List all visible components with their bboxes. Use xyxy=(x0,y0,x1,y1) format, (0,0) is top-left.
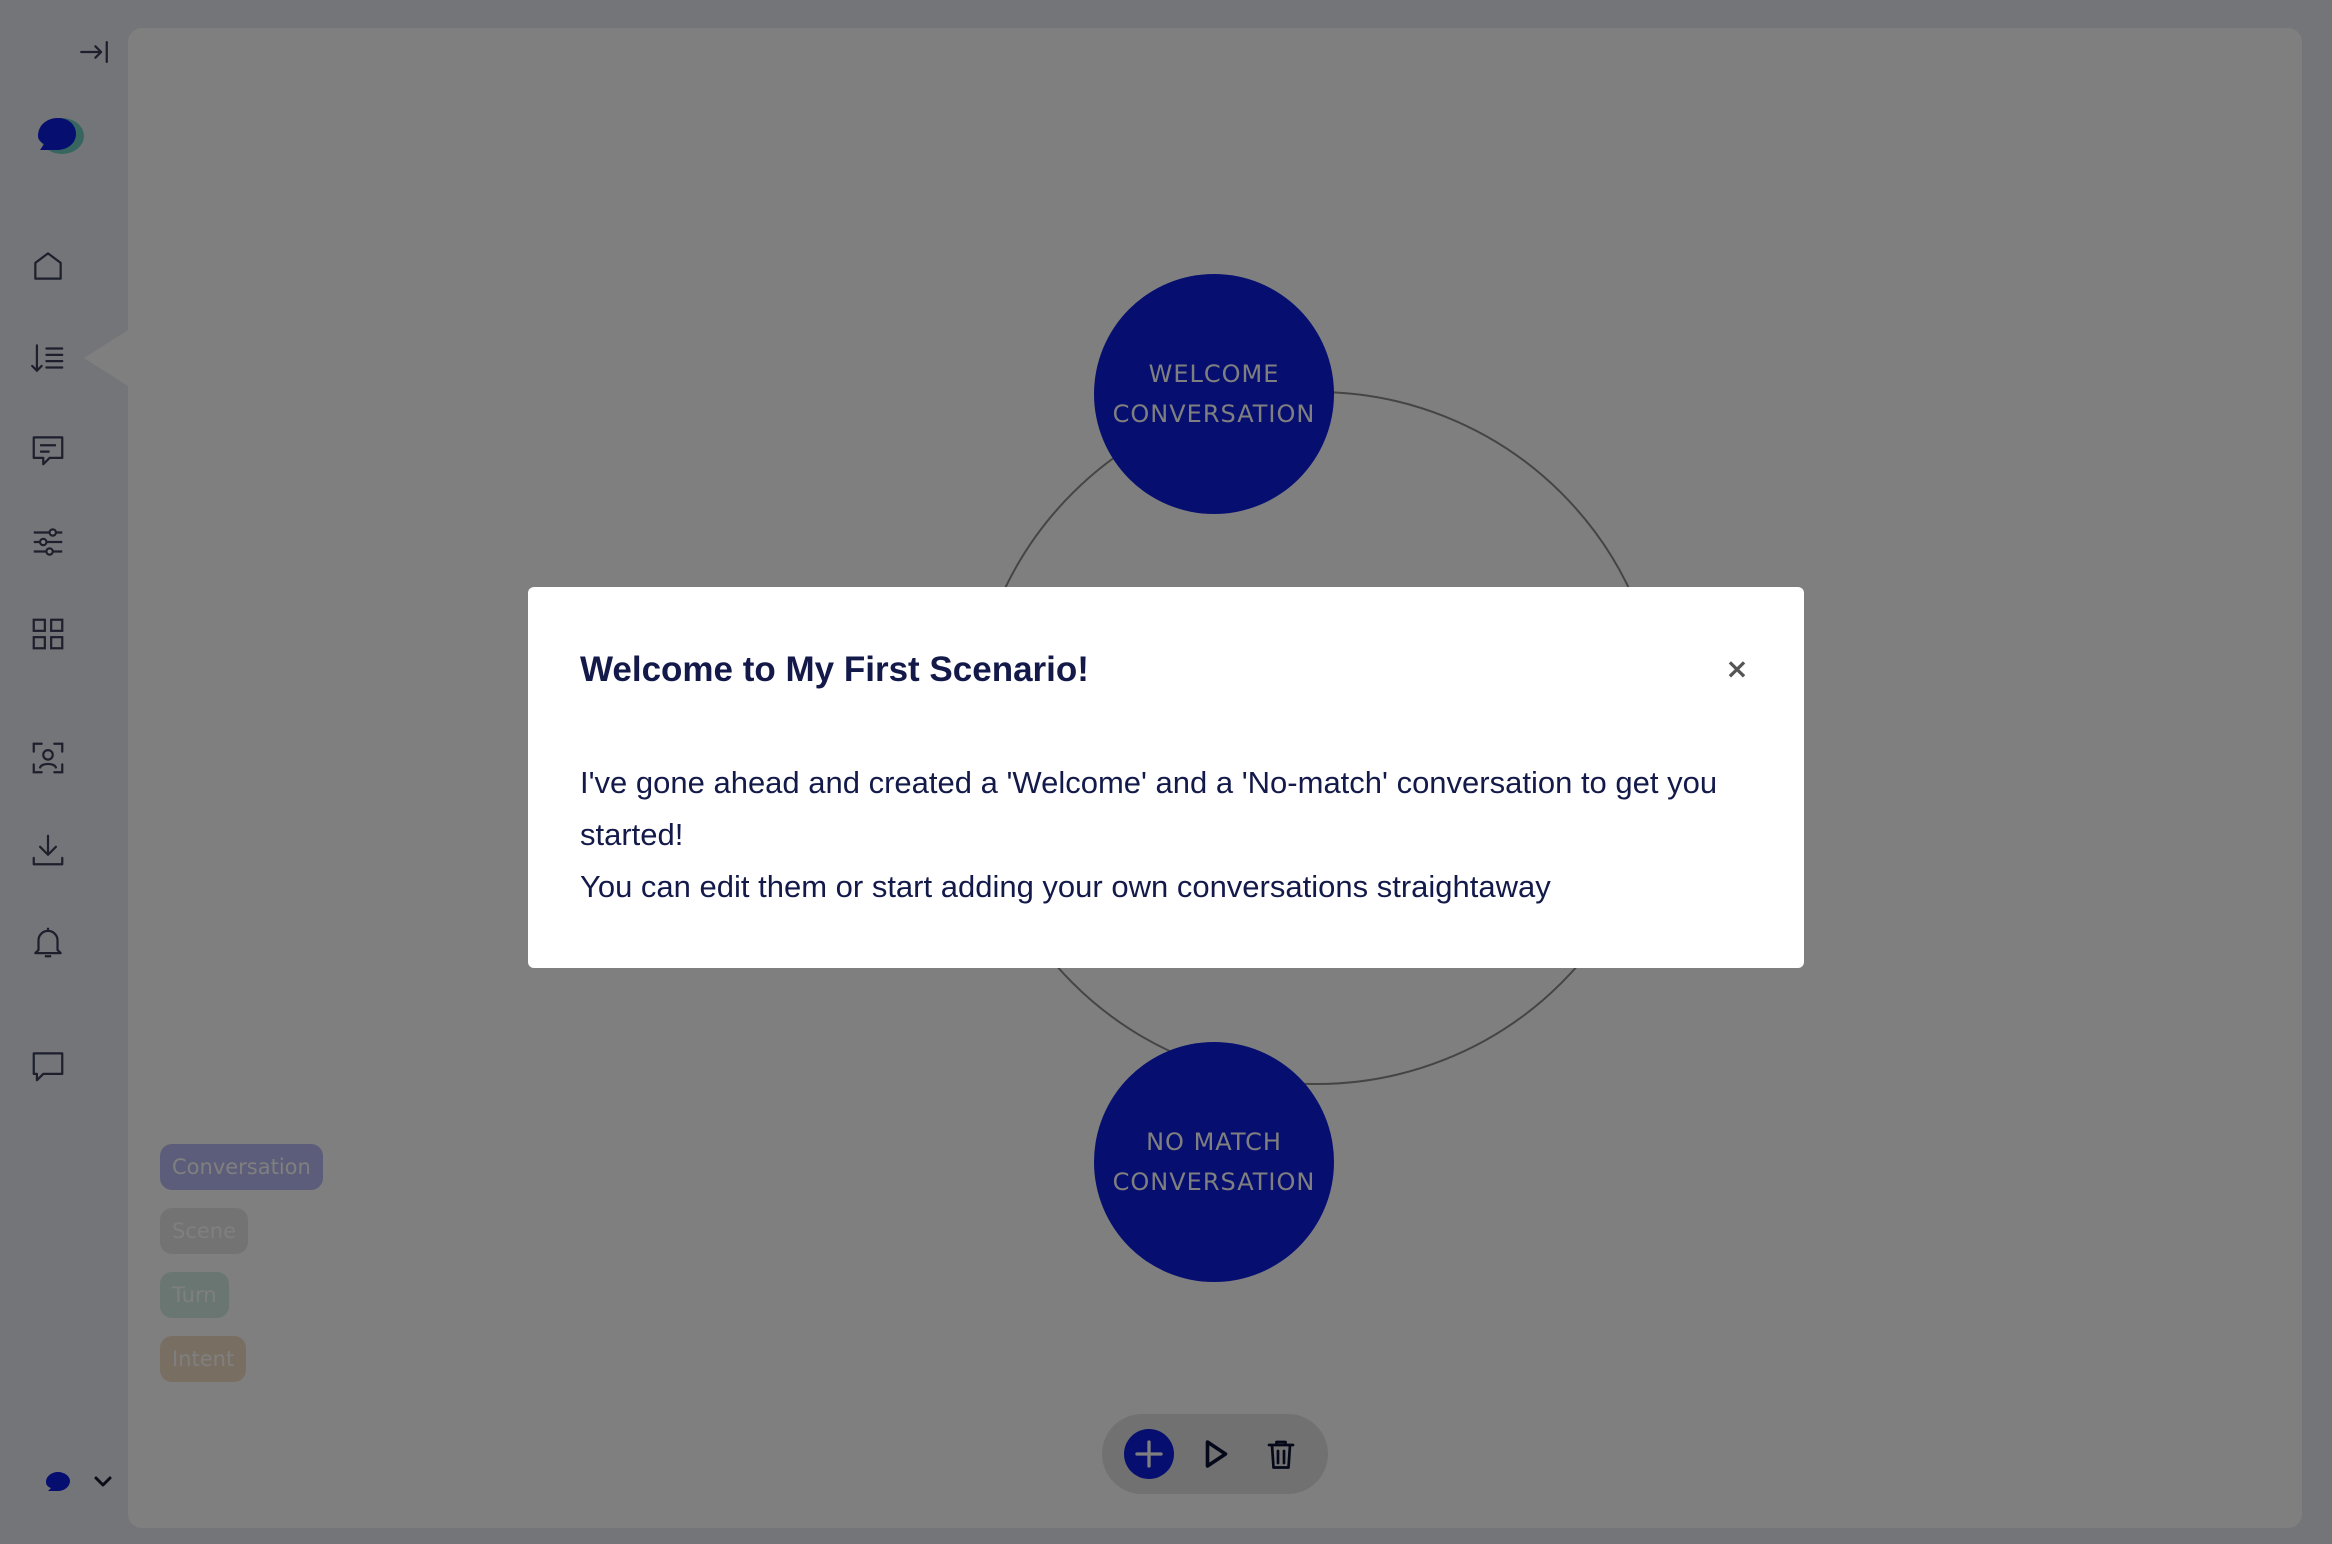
close-icon[interactable]: × xyxy=(1720,651,1754,685)
dialog-body: I've gone ahead and created a 'Welcome' … xyxy=(580,757,1752,913)
dialog-title: Welcome to My First Scenario! xyxy=(580,650,1089,689)
welcome-dialog: Welcome to My First Scenario! × I've gon… xyxy=(528,587,1804,968)
dialog-text-line: I've gone ahead and created a 'Welcome' … xyxy=(580,765,1718,852)
dialog-text-line: You can edit them or start adding your o… xyxy=(580,869,1551,904)
